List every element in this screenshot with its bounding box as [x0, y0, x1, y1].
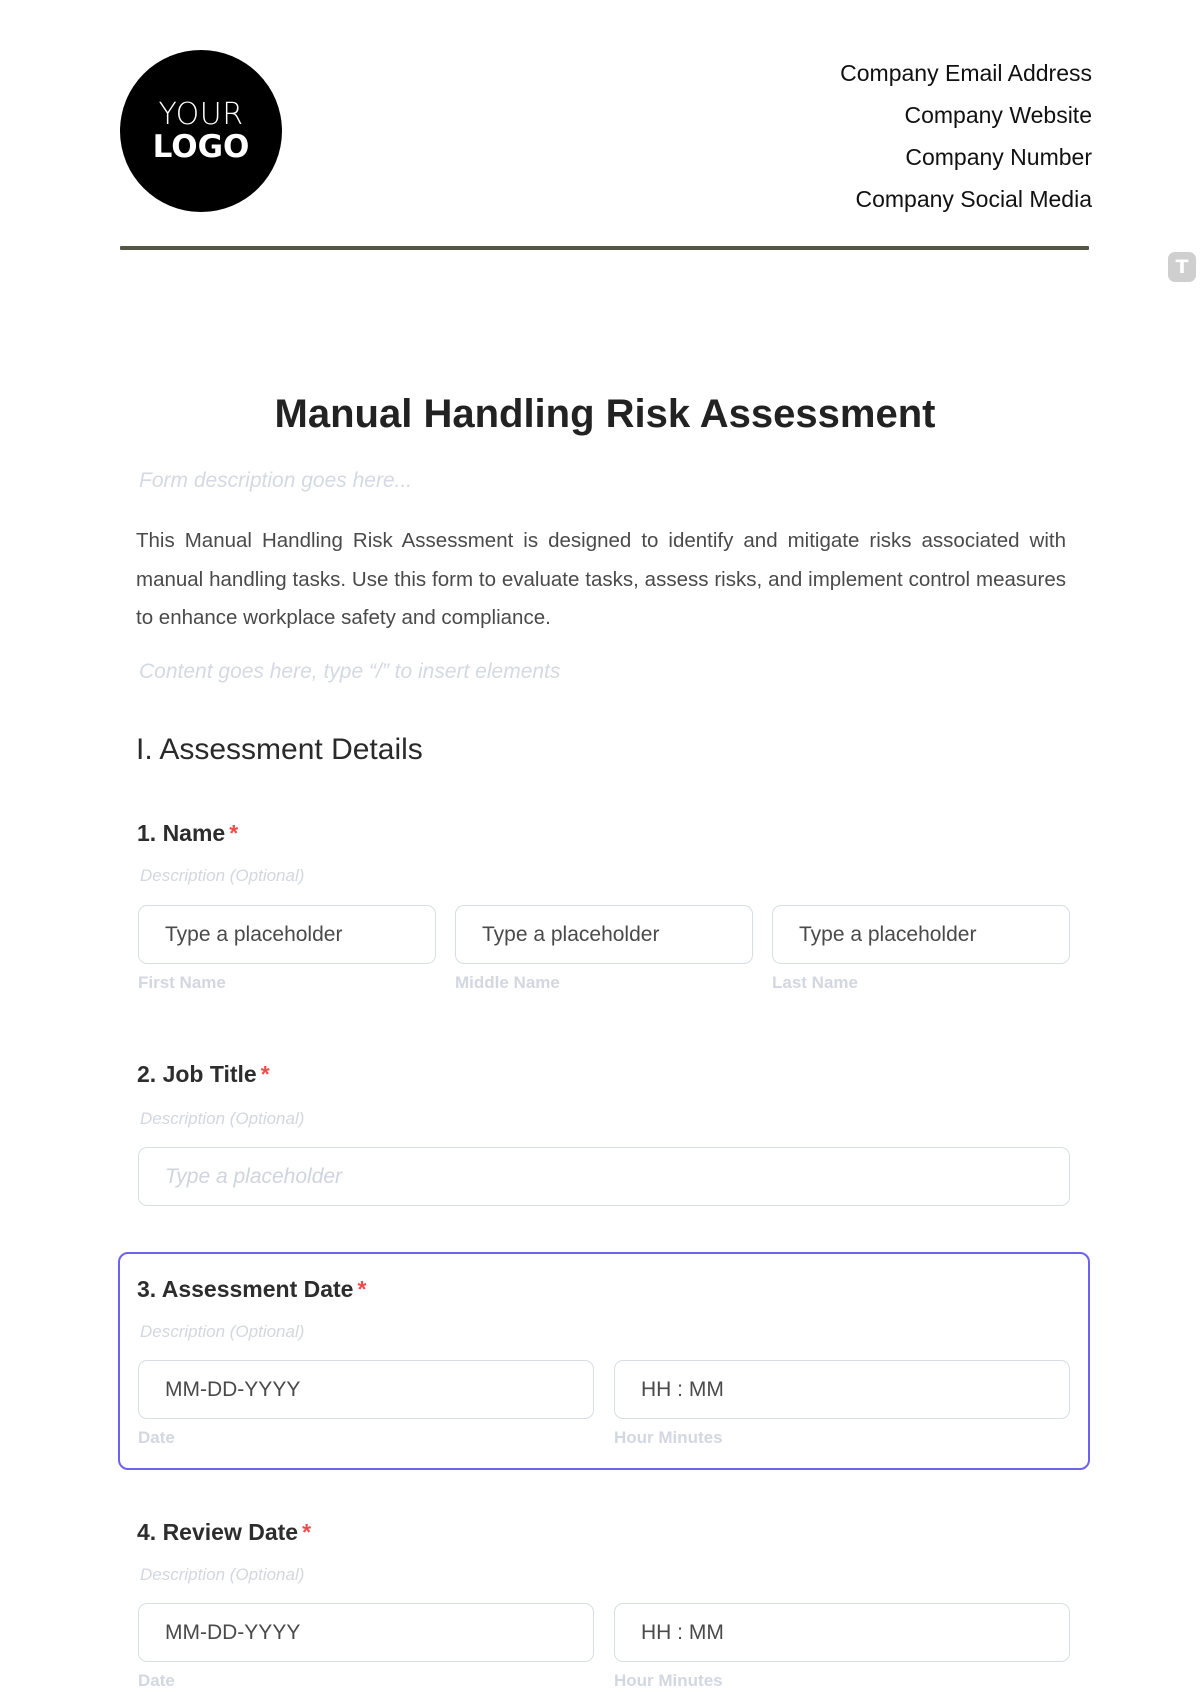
- company-social-media: Company Social Media: [855, 186, 1092, 212]
- company-logo: YOUR LOGO: [120, 50, 282, 212]
- field-label-text: 3. Assessment Date: [137, 1276, 354, 1302]
- field-description[interactable]: Description (Optional): [140, 1322, 304, 1342]
- field-description[interactable]: Description (Optional): [140, 1109, 304, 1129]
- middle-name-sublabel: Middle Name: [455, 973, 560, 992]
- assessment-time-input[interactable]: HH : MM: [614, 1360, 1070, 1419]
- form-description-placeholder[interactable]: Form description goes here...: [139, 469, 412, 493]
- required-asterisk: *: [260, 1061, 270, 1087]
- field-label-text: 1. Name: [137, 820, 226, 846]
- field-label-review-date: 4. Review Date *: [137, 1519, 311, 1546]
- required-asterisk: *: [229, 820, 239, 846]
- form-intro-paragraph[interactable]: This Manual Handling Risk Assessment is …: [136, 522, 1066, 638]
- field-label-text: 4. Review Date: [137, 1519, 299, 1545]
- field-label-job-title: 2. Job Title *: [137, 1061, 270, 1088]
- date-sublabel: Date: [138, 1428, 175, 1447]
- field-label-name: 1. Name *: [137, 820, 238, 847]
- logo-line-2: LOGO: [152, 128, 250, 165]
- last-name-input[interactable]: Type a placeholder: [772, 905, 1070, 964]
- field-label-assessment-date: 3. Assessment Date *: [137, 1276, 366, 1303]
- review-time-input[interactable]: HH : MM: [614, 1603, 1070, 1662]
- review-date-input[interactable]: MM-DD-YYYY: [138, 1603, 594, 1662]
- hour-minutes-sublabel: Hour Minutes: [614, 1671, 723, 1690]
- first-name-sublabel: First Name: [138, 973, 226, 992]
- section-heading[interactable]: I. Assessment Details: [136, 733, 423, 767]
- form-title[interactable]: Manual Handling Risk Assessment: [0, 392, 1200, 437]
- hour-minutes-sublabel: Hour Minutes: [614, 1428, 723, 1447]
- header-divider: [120, 246, 1089, 250]
- company-website: Company Website: [904, 102, 1093, 128]
- last-name-sublabel: Last Name: [772, 973, 858, 992]
- field-description[interactable]: Description (Optional): [140, 1565, 304, 1585]
- date-sublabel: Date: [138, 1671, 175, 1690]
- text-tool-icon[interactable]: T: [1168, 252, 1196, 282]
- required-asterisk: *: [302, 1519, 312, 1545]
- middle-name-input[interactable]: Type a placeholder: [455, 905, 753, 964]
- company-number: Company Number: [905, 144, 1092, 170]
- company-email: Company Email Address: [840, 60, 1092, 86]
- logo-line-1: YOUR: [158, 96, 244, 132]
- assessment-date-input[interactable]: MM-DD-YYYY: [138, 1360, 594, 1419]
- first-name-input[interactable]: Type a placeholder: [138, 905, 436, 964]
- field-label-text: 2. Job Title: [137, 1061, 257, 1087]
- field-description[interactable]: Description (Optional): [140, 866, 304, 886]
- required-asterisk: *: [357, 1276, 367, 1302]
- content-placeholder[interactable]: Content goes here, type “/” to insert el…: [139, 660, 560, 684]
- company-contact-block: Company Email Address Company Website Co…: [840, 52, 1092, 220]
- job-title-input[interactable]: Type a placeholder: [138, 1147, 1070, 1206]
